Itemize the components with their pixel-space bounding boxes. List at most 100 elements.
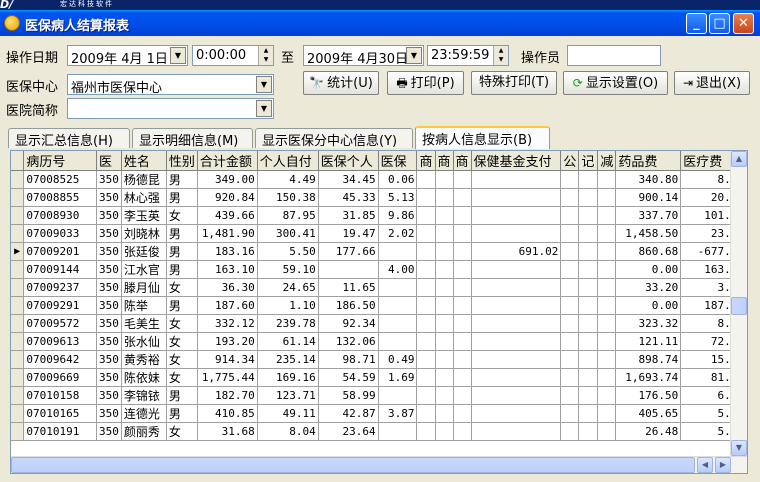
table-cell[interactable]: 439.66 — [197, 206, 258, 225]
table-cell[interactable]: 860.68 — [615, 242, 682, 261]
table-cell[interactable] — [560, 314, 580, 333]
table-cell[interactable]: 黄秀裕 — [121, 350, 167, 369]
column-header[interactable]: 合计金额 — [197, 151, 258, 171]
chevron-down-icon[interactable]: ▼ — [170, 47, 186, 64]
table-cell[interactable]: 410.85 — [197, 404, 258, 423]
table-cell[interactable]: 121.11 — [615, 332, 682, 351]
table-cell[interactable] — [597, 188, 617, 207]
table-cell[interactable] — [453, 170, 472, 189]
table-cell[interactable]: 350 — [96, 368, 122, 387]
scroll-down-icon[interactable]: ▼ — [731, 440, 747, 456]
table-cell[interactable] — [560, 296, 580, 315]
table-cell[interactable] — [597, 404, 617, 423]
table-cell[interactable]: 男 — [166, 260, 198, 279]
table-row[interactable]: 07008930 350 李玉英女 439.66 87.95 31.85 9.86 337.7… — [11, 206, 747, 225]
table-cell[interactable]: 26.48 — [615, 422, 682, 441]
table-cell[interactable] — [453, 206, 472, 225]
vertical-scrollbar[interactable]: ▲ ▼ — [730, 151, 747, 456]
row-indicator[interactable] — [11, 206, 25, 225]
special-print-button[interactable]: 特殊打印(T) — [471, 71, 557, 95]
row-indicator[interactable] — [11, 224, 25, 243]
table-cell[interactable] — [560, 386, 580, 405]
table-cell[interactable]: 34.45 — [318, 170, 379, 189]
table-cell[interactable] — [578, 242, 599, 261]
table-row[interactable]: 07009642 350 黄秀裕女 914.34 235.14 98.71 0.49 898.… — [11, 350, 747, 369]
table-cell[interactable] — [578, 332, 599, 351]
table-cell[interactable] — [597, 224, 617, 243]
table-cell[interactable]: 颜丽秀 — [121, 422, 167, 441]
table-cell[interactable] — [560, 206, 580, 225]
table-cell[interactable]: 男 — [166, 296, 198, 315]
table-cell[interactable]: 920.84 — [197, 188, 258, 207]
table-cell[interactable] — [435, 242, 454, 261]
tab-subcenter[interactable]: 显示医保分中心信息(Y) — [255, 128, 413, 149]
table-cell[interactable]: 900.14 — [615, 188, 682, 207]
table-cell[interactable]: 176.50 — [615, 386, 682, 405]
table-cell[interactable]: 5.50 — [257, 242, 319, 261]
table-cell[interactable]: 07009613 — [23, 332, 98, 351]
table-cell[interactable] — [435, 206, 454, 225]
table-cell[interactable] — [471, 332, 562, 351]
start-time-field[interactable]: 0:00:00 ▲ ▼ — [192, 45, 274, 66]
table-cell[interactable]: 07008855 — [23, 188, 98, 207]
column-header[interactable]: 商 — [435, 151, 454, 171]
maximize-button[interactable]: □ — [709, 13, 730, 34]
table-cell[interactable] — [578, 314, 599, 333]
table-cell[interactable] — [578, 296, 599, 315]
table-cell[interactable] — [453, 260, 472, 279]
table-row[interactable]: 07009291 350 陈举男 187.60 1.10 186.50 0.00 187.60 — [11, 296, 747, 315]
spin-down-icon[interactable]: ▼ — [259, 55, 273, 64]
table-cell[interactable]: 8.04 — [257, 422, 319, 441]
table-cell[interactable]: 177.66 — [318, 242, 379, 261]
table-cell[interactable] — [471, 314, 562, 333]
table-cell[interactable]: 193.20 — [197, 332, 258, 351]
table-row[interactable]: 07010191350颜丽秀女31.688.0423.6426.485.20 — [11, 422, 747, 441]
table-cell[interactable]: 男 — [166, 224, 198, 243]
row-indicator[interactable] — [11, 170, 25, 189]
horizontal-scroll-thumb[interactable] — [11, 457, 695, 473]
table-row[interactable]: 07009669 350 陈依妹女 1,775.44 169.16 54.59 1.69 1,… — [11, 368, 747, 387]
column-header[interactable]: 商 — [453, 151, 472, 171]
table-cell[interactable]: 31.85 — [318, 206, 379, 225]
table-cell[interactable]: 李锦铱 — [121, 386, 167, 405]
table-cell[interactable]: 连德光 — [121, 404, 167, 423]
table-cell[interactable] — [560, 242, 580, 261]
chevron-down-icon[interactable]: ▼ — [256, 76, 272, 93]
spin-down-icon[interactable]: ▼ — [494, 55, 508, 64]
table-cell[interactable] — [435, 386, 454, 405]
table-cell[interactable]: 45.33 — [318, 188, 379, 207]
table-cell[interactable]: 男 — [166, 170, 198, 189]
app-icon[interactable] — [4, 15, 20, 31]
table-cell[interactable]: 350 — [96, 404, 122, 423]
table-cell[interactable] — [453, 296, 472, 315]
column-header[interactable]: 医 — [96, 151, 122, 171]
display-settings-button[interactable]: ⟳ 显示设置(O) — [563, 71, 668, 95]
table-cell[interactable]: 陈举 — [121, 296, 167, 315]
table-cell[interactable]: 男 — [166, 188, 198, 207]
table-cell[interactable]: 07010158 — [23, 386, 98, 405]
table-row[interactable]: ▶ 07009201 350 张廷俊男 183.16 5.50 177.66 691.02 86… — [11, 242, 747, 261]
table-cell[interactable] — [435, 350, 454, 369]
column-header[interactable]: 记 — [578, 151, 599, 171]
table-cell[interactable]: 张廷俊 — [121, 242, 167, 261]
table-cell[interactable]: 1.69 — [378, 368, 418, 387]
table-cell[interactable] — [578, 404, 599, 423]
table-cell[interactable]: 9.86 — [378, 206, 418, 225]
table-cell[interactable] — [471, 350, 562, 369]
table-cell[interactable]: 07009237 — [23, 278, 98, 297]
table-cell[interactable]: 女 — [166, 332, 198, 351]
table-cell[interactable] — [453, 188, 472, 207]
table-cell[interactable] — [435, 404, 454, 423]
spin-up-icon[interactable]: ▲ — [259, 46, 273, 55]
table-cell[interactable]: 女 — [166, 422, 198, 441]
table-cell[interactable]: 男 — [166, 386, 198, 405]
column-header[interactable]: 减 — [597, 151, 617, 171]
table-cell[interactable]: 1,481.90 — [197, 224, 258, 243]
table-cell[interactable] — [560, 170, 580, 189]
table-row[interactable]: 07009237350滕月仙女36.3024.6511.6533.203.10 — [11, 278, 747, 297]
table-cell[interactable]: 江水官 — [121, 260, 167, 279]
table-cell[interactable]: 女 — [166, 368, 198, 387]
table-cell[interactable] — [435, 314, 454, 333]
end-time-field[interactable]: 23:59:59 ▲ ▼ — [427, 45, 509, 66]
column-header[interactable]: 公 — [560, 151, 580, 171]
